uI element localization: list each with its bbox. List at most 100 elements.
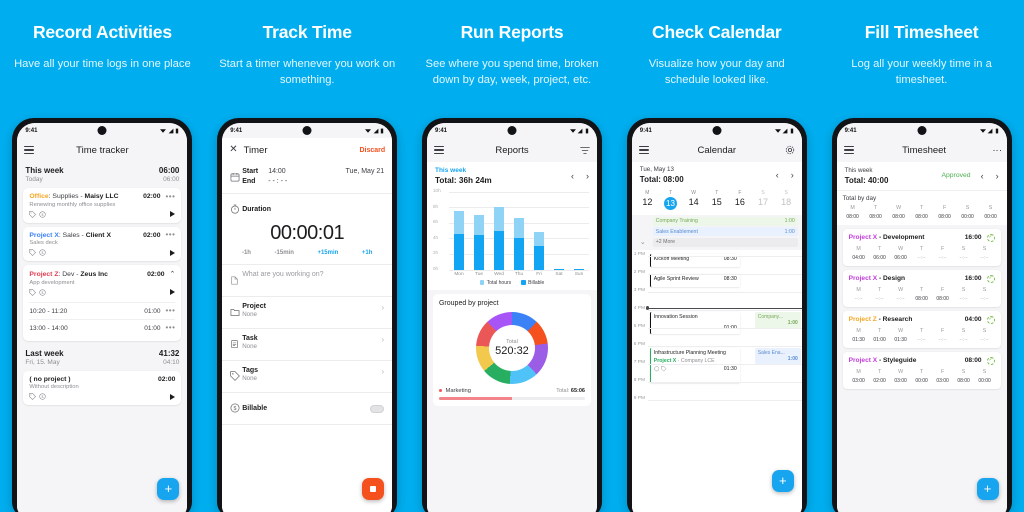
timesheet-day-cell[interactable]: T 06:00 [870,246,890,261]
prev-day-button[interactable]: ‹ [776,170,779,180]
start-entry-icon[interactable] [170,393,176,400]
chevron-right-icon[interactable]: › [382,303,385,312]
calendar-day-cell[interactable]: T 13 [662,190,678,210]
timesheet-day-cell[interactable]: S --:-- [954,287,974,302]
timesheet-day-cell[interactable]: T --:-- [912,328,932,343]
filter-icon[interactable] [580,146,590,155]
prev-period-button[interactable]: ‹ [571,171,574,181]
timesheet-day-cell[interactable]: T 00:00 [912,369,932,384]
timesheet-day-cell[interactable]: M 03:00 [849,369,869,384]
bar-column[interactable] [553,192,564,270]
timesheet-row-card[interactable]: Project X - Design 16:00 M--:--T--:--W--:-… [842,269,1001,307]
timesheet-day-cell[interactable]: S 08:00 [954,369,974,384]
timesheet-row-card[interactable]: Project X - Development 16:00 M04:00T06:00… [842,228,1001,266]
timesheet-day-cell[interactable]: F --:-- [933,328,953,343]
timesheet-row-card[interactable]: Project Z - Research 04:00 M01:30T01:00W01… [842,310,1001,348]
allday-row[interactable]: Sales Enablement 1:00 [636,227,798,236]
menu-icon[interactable] [24,146,35,154]
menu-icon[interactable] [433,146,444,154]
start-value[interactable]: 14:00 [268,168,286,175]
sub-entry-row[interactable]: 13:00 - 14:00 01:00 ••• [29,318,176,336]
timesheet-day-cell[interactable]: F 03:00 [933,369,953,384]
timesheet-day-cell[interactable]: S --:-- [954,328,974,343]
time-entry-card[interactable]: Project X: Sales - Client X 02:00 ••• Sa… [23,226,182,261]
next-week-button[interactable]: › [996,171,999,181]
timesheet-day-cell[interactable]: W 03:00 [891,369,911,384]
bar-column[interactable] [573,192,584,270]
calendar-day-cell[interactable]: S 17 [755,190,771,210]
timesheet-day-cell[interactable]: M 01:30 [849,328,869,343]
timesheet-day-cell[interactable]: T --:-- [912,246,932,261]
calendar-side-event[interactable]: Sales Ena... 1:00 [754,348,801,364]
timer-field-tags[interactable]: Tags None › [222,361,393,393]
billable-icon[interactable]: $ [39,288,47,296]
calendar-day-cell[interactable]: S 18 [778,190,794,210]
adjust-minus-1h[interactable]: -1h [242,250,251,256]
timesheet-day-cell[interactable]: W 06:00 [891,246,911,261]
prev-week-button[interactable]: ‹ [981,171,984,181]
calendar-week-strip[interactable]: M 12 T 13 W 14 T 15 F 16 S 17 S 18 [631,187,802,215]
timer-start-end-row[interactable]: Start 14:00 Tue, May 21 End - - : - - [222,162,393,194]
time-entry-card-no-project[interactable]: ( no project ) 02:00 Without description… [23,370,182,405]
timesheet-day-cell[interactable]: W --:-- [891,287,911,302]
bar-column[interactable] [533,192,544,270]
start-entry-icon[interactable] [170,211,176,217]
timesheet-day-cell[interactable]: F --:-- [933,246,953,261]
bar-column[interactable] [473,192,484,270]
end-value[interactable]: - - : - - [268,178,287,185]
stop-timer-fab[interactable] [362,478,385,500]
billable-icon[interactable]: $ [39,210,47,218]
timesheet-day-cell[interactable]: T --:-- [870,287,890,302]
billable-icon[interactable]: $ [39,249,47,256]
billable-toggle[interactable] [370,404,385,413]
timesheet-day-cell[interactable]: M --:-- [849,287,869,302]
timesheet-day-cell[interactable]: S --:-- [975,246,995,261]
calendar-day-cell[interactable]: T 15 [709,190,725,210]
timer-note-row[interactable]: What are you working on? [222,265,393,297]
calendar-event[interactable]: Innovation Session 01:00 [649,312,740,334]
calendar-day-cell[interactable]: W 14 [686,190,702,210]
tag-icon[interactable] [29,288,37,296]
adjust-minus-15min[interactable]: -15min [275,250,294,256]
calendar-event[interactable]: Agile Sprint Review 08:30 [649,274,740,287]
expand-allday-icon[interactable]: ⌄ [636,238,650,246]
chevron-up-icon[interactable]: ⌃ [170,270,176,278]
marketing-legend-row[interactable]: Marketing Total: 65:06 [438,388,585,394]
timesheet-day-cell[interactable]: S --:-- [975,328,995,343]
billable-icon[interactable]: $ [39,393,47,400]
close-icon[interactable]: ✕ [229,145,237,155]
entry-more-icon[interactable]: ••• [165,231,175,239]
calendar-day-grid[interactable]: Kickoff Meeting 08:30 Agile Sprint Review… [631,250,802,512]
allday-chip-more[interactable]: +2 More [652,237,798,247]
allday-chip-sales-enablement[interactable]: Sales Enablement 1:00 [652,227,798,236]
chevron-right-icon[interactable]: › [382,367,385,376]
allday-row[interactable]: Company Training 1:00 [636,216,798,226]
timer-date[interactable]: Tue, May 21 [346,168,385,175]
menu-icon[interactable] [843,146,854,154]
timesheet-day-cell[interactable]: W 01:30 [891,328,911,343]
overflow-menu-icon[interactable]: ⋮ [993,146,1003,155]
next-period-button[interactable]: › [586,171,589,181]
bar-column[interactable] [493,192,504,270]
timesheet-day-cell[interactable]: F 08:00 [933,287,953,302]
timesheet-day-cell[interactable]: S --:-- [954,246,974,261]
sub-entry-row[interactable]: 10:20 - 11:20 01:00 ••• [29,301,176,319]
timer-field-project[interactable]: Project None › [222,297,393,329]
calendar-day-cell[interactable]: F 16 [732,190,748,210]
entry-more-icon[interactable]: ••• [165,192,175,200]
timesheet-day-cell[interactable]: S --:-- [975,287,995,302]
calendar-day-cell[interactable]: M 12 [639,190,655,210]
add-timesheet-fab[interactable]: + [976,478,999,500]
bar-column[interactable] [513,192,524,270]
chevron-right-icon[interactable]: › [382,335,385,344]
start-entry-icon[interactable] [170,289,176,295]
note-input[interactable]: What are you working on? [242,271,323,278]
tag-icon[interactable] [29,393,37,400]
calendar-event-project[interactable]: Infrastructure Planning Meeting Project … [649,348,740,383]
sub-entry-more-icon[interactable]: ••• [165,324,175,332]
time-entry-card-expanded[interactable]: Project Z: Dev - Zeus Inc 02:00 ⌃ App de… [23,265,182,341]
timesheet-day-cell[interactable]: S 00:00 [975,369,995,384]
add-entry-fab[interactable]: + [157,478,180,500]
next-day-button[interactable]: › [791,170,794,180]
allday-chip-company-training[interactable]: Company Training 1:00 [652,216,798,226]
